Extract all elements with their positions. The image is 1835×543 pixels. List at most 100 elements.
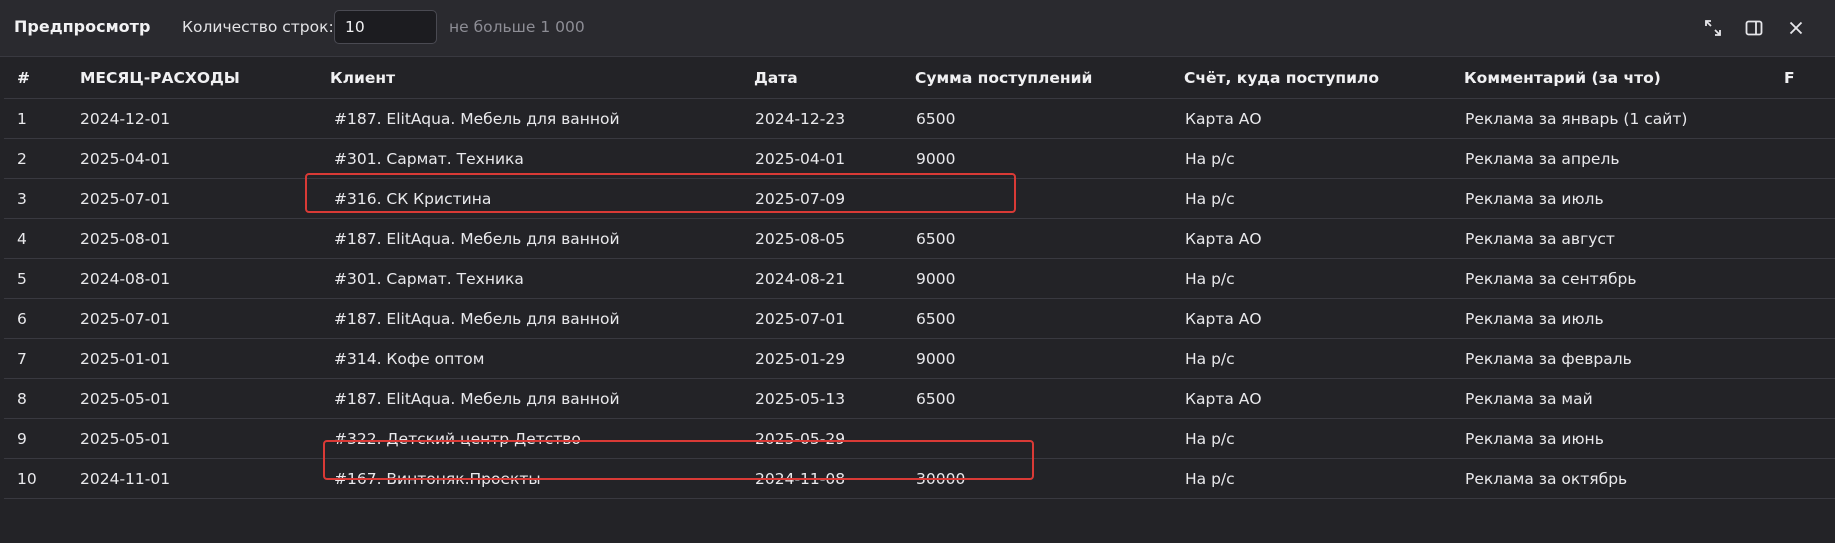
table-cell[interactable]: 2024-11-01 <box>80 459 310 498</box>
table-cell[interactable]: 6500 <box>916 379 1166 418</box>
table-cell[interactable]: 2025-05-29 <box>755 419 905 458</box>
table-cell[interactable]: Реклама за июль <box>1465 299 1765 338</box>
table-cell[interactable]: Реклама за июнь <box>1465 419 1765 458</box>
table-cell[interactable] <box>1784 219 1814 258</box>
table-cell[interactable] <box>1784 419 1814 458</box>
close-button[interactable] <box>1782 14 1810 42</box>
table-cell[interactable]: #187. ElitAqua. Мебель для ванной <box>334 99 754 138</box>
header-cell[interactable]: Клиент <box>330 58 750 98</box>
table-cell[interactable]: 9 <box>17 419 67 458</box>
table-cell[interactable]: 4 <box>17 219 67 258</box>
table-cell[interactable] <box>1784 459 1814 498</box>
header-cell[interactable]: МЕСЯЦ-РАСХОДЫ <box>80 58 310 98</box>
table-cell[interactable]: Карта АО <box>1185 379 1445 418</box>
table-cell[interactable]: 6500 <box>916 299 1166 338</box>
table-cell[interactable]: Реклама за июль <box>1465 179 1765 218</box>
table-cell[interactable]: 2 <box>17 139 67 178</box>
table-cell[interactable]: На р/с <box>1185 419 1445 458</box>
table-cell[interactable]: #187. ElitAqua. Мебель для ванной <box>334 219 754 258</box>
table-cell[interactable]: Карта АО <box>1185 299 1445 338</box>
table-row[interactable]: 8 2025-05-01 #187. ElitAqua. Мебель для ва… <box>4 379 1835 419</box>
table-cell[interactable]: 9000 <box>916 139 1166 178</box>
table-cell[interactable]: Карта АО <box>1185 99 1445 138</box>
table-cell[interactable]: Реклама за октябрь <box>1465 459 1765 498</box>
table-row[interactable]: 5 2024-08-01 #301. Сармат. Техника 2024-08-… <box>4 259 1835 299</box>
table-cell[interactable] <box>1784 179 1814 218</box>
table-cell[interactable]: Реклама за апрель <box>1465 139 1765 178</box>
table-cell[interactable] <box>1784 339 1814 378</box>
table-cell[interactable]: 9000 <box>916 339 1166 378</box>
table-cell[interactable]: 1 <box>17 99 67 138</box>
table-cell[interactable]: На р/с <box>1185 139 1445 178</box>
table-cell[interactable]: 9000 <box>916 259 1166 298</box>
table-cell[interactable]: На р/с <box>1185 179 1445 218</box>
header-cell[interactable]: Комментарий (за что) <box>1464 58 1764 98</box>
table-cell[interactable]: 2025-08-01 <box>80 219 310 258</box>
table-cell[interactable] <box>916 419 1166 458</box>
expand-button[interactable] <box>1699 14 1727 42</box>
table-cell[interactable]: 2025-01-29 <box>755 339 905 378</box>
table-cell[interactable]: На р/с <box>1185 259 1445 298</box>
table-cell[interactable]: 2025-07-01 <box>80 299 310 338</box>
table-cell[interactable] <box>1784 299 1814 338</box>
table-cell[interactable]: Карта АО <box>1185 219 1445 258</box>
header-cell[interactable]: Сумма поступлений <box>915 58 1165 98</box>
table-cell[interactable] <box>1784 99 1814 138</box>
table-row[interactable]: 6 2025-07-01 #187. ElitAqua. Мебель для ва… <box>4 299 1835 339</box>
table-cell[interactable]: 6500 <box>916 219 1166 258</box>
table-cell[interactable]: 6 <box>17 299 67 338</box>
table-cell[interactable]: #316. СК Кристина <box>334 179 754 218</box>
table-cell[interactable]: Реклама за январь (1 сайт) <box>1465 99 1765 138</box>
header-cell[interactable]: Дата <box>754 58 904 98</box>
table-cell[interactable]: 10 <box>17 459 67 498</box>
table-cell[interactable]: #187. ElitAqua. Мебель для ванной <box>334 379 754 418</box>
table-cell[interactable]: На р/с <box>1185 459 1445 498</box>
table-cell[interactable]: 2025-05-13 <box>755 379 905 418</box>
table-cell[interactable]: Реклама за август <box>1465 219 1765 258</box>
table-cell[interactable]: Реклама за май <box>1465 379 1765 418</box>
table-cell[interactable]: 6500 <box>916 99 1166 138</box>
header-cell[interactable]: Счёт, куда поступило <box>1184 58 1444 98</box>
table-row[interactable]: 9 2025-05-01 #322. Детский центр Детство 20… <box>4 419 1835 459</box>
table-cell[interactable]: 30000 <box>916 459 1166 498</box>
table-cell[interactable]: #167. Винтоняк.Проекты <box>334 459 754 498</box>
table-cell[interactable]: 2025-07-01 <box>80 179 310 218</box>
table-cell[interactable]: 2025-08-05 <box>755 219 905 258</box>
table-cell[interactable]: 2024-11-08 <box>755 459 905 498</box>
table-cell[interactable]: 8 <box>17 379 67 418</box>
table-cell[interactable]: 2025-07-09 <box>755 179 905 218</box>
table-cell[interactable]: Реклама за февраль <box>1465 339 1765 378</box>
table-cell[interactable]: #301. Сармат. Техника <box>334 139 754 178</box>
table-cell[interactable]: 7 <box>17 339 67 378</box>
table-cell[interactable]: 2025-04-01 <box>755 139 905 178</box>
header-cell[interactable]: # <box>17 58 67 98</box>
table-row[interactable]: 7 2025-01-01 #314. Кофе оптом 2025-01-29 900… <box>4 339 1835 379</box>
table-cell[interactable]: На р/с <box>1185 339 1445 378</box>
table-cell[interactable]: 2024-08-01 <box>80 259 310 298</box>
rows-count-input[interactable] <box>334 10 437 44</box>
table-row[interactable]: 4 2025-08-01 #187. ElitAqua. Мебель для ва… <box>4 219 1835 259</box>
table-cell[interactable]: 2025-04-01 <box>80 139 310 178</box>
table-row[interactable]: 3 2025-07-01 #316. СК Кристина 2025-07-09 На… <box>4 179 1835 219</box>
table-cell[interactable]: #301. Сармат. Техника <box>334 259 754 298</box>
table-cell[interactable]: 2024-08-21 <box>755 259 905 298</box>
table-cell[interactable] <box>1784 139 1814 178</box>
table-cell[interactable]: 2025-01-01 <box>80 339 310 378</box>
table-row[interactable]: 10 2024-11-01 #167. Винтоняк.Проекты 2024-1… <box>4 459 1835 499</box>
table-cell[interactable]: 2024-12-01 <box>80 99 310 138</box>
header-cell[interactable]: F <box>1784 58 1814 98</box>
split-panel-button[interactable] <box>1740 14 1768 42</box>
table-cell[interactable] <box>916 179 1166 218</box>
table-cell[interactable]: 2024-12-23 <box>755 99 905 138</box>
table-cell[interactable]: 2025-05-01 <box>80 379 310 418</box>
table-row[interactable]: 1 2024-12-01 #187. ElitAqua. Мебель для ва… <box>4 99 1835 139</box>
table-cell[interactable]: 2025-05-01 <box>80 419 310 458</box>
table-cell[interactable]: 2025-07-01 <box>755 299 905 338</box>
table-cell[interactable]: 3 <box>17 179 67 218</box>
table-cell[interactable]: #322. Детский центр Детство <box>334 419 754 458</box>
table-row[interactable]: 2 2025-04-01 #301. Сармат. Техника 2025-04-… <box>4 139 1835 179</box>
table-cell[interactable]: #187. ElitAqua. Мебель для ванной <box>334 299 754 338</box>
table-cell[interactable]: 5 <box>17 259 67 298</box>
table-cell[interactable] <box>1784 259 1814 298</box>
table-cell[interactable]: Реклама за сентябрь <box>1465 259 1765 298</box>
